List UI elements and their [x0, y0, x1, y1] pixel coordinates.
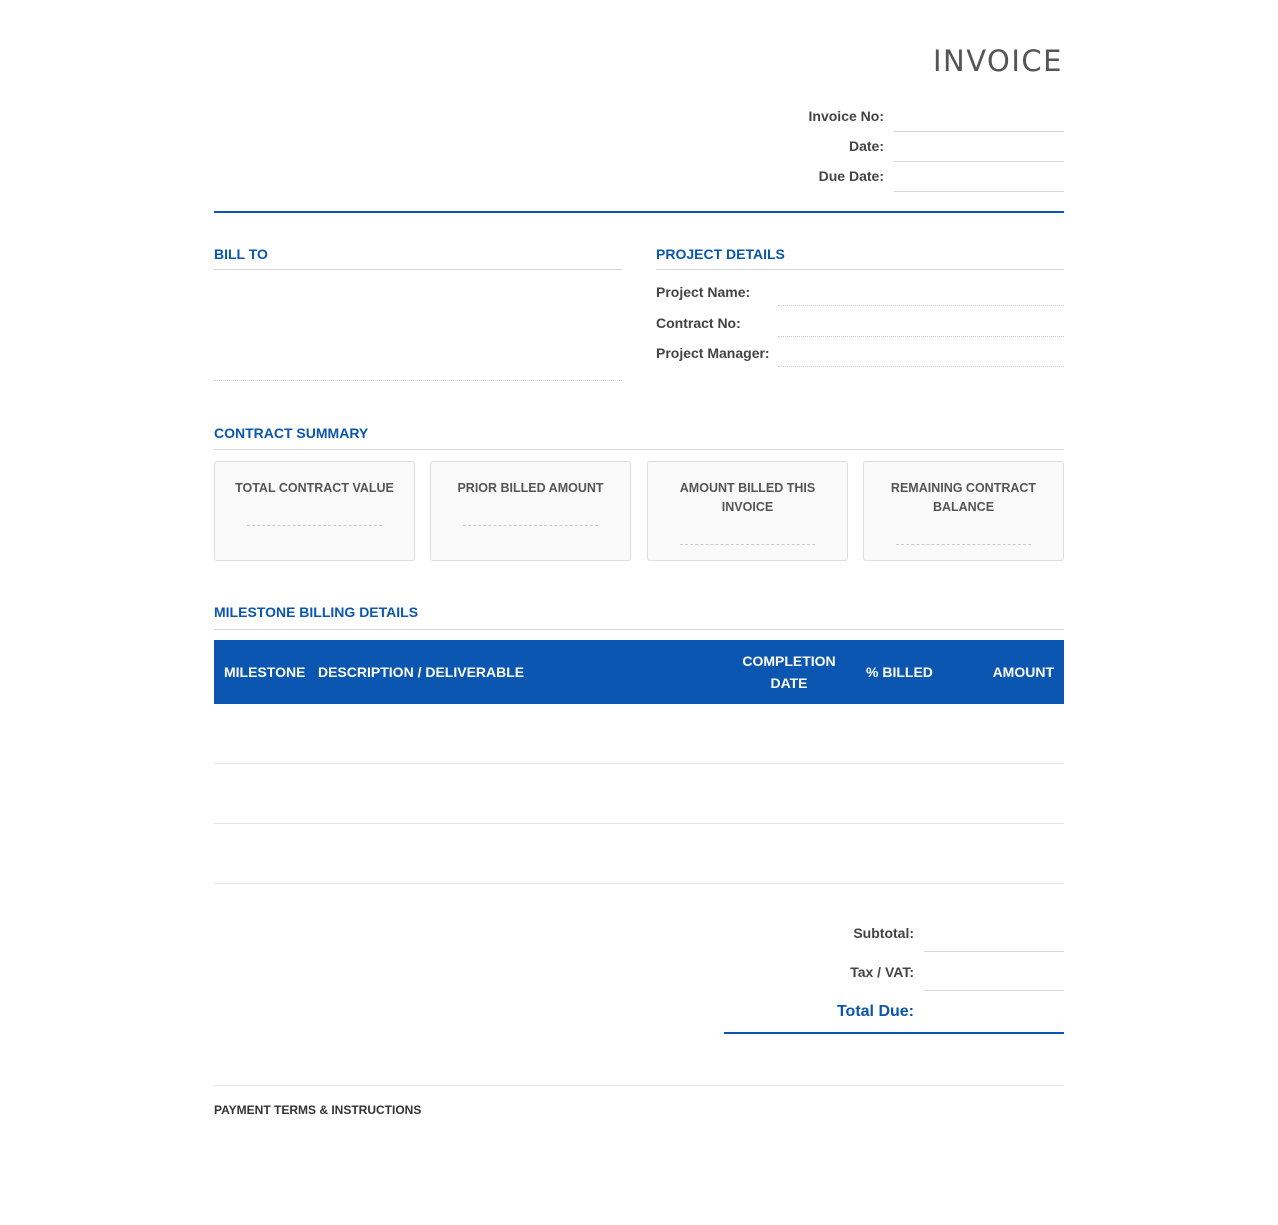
project-manager-row: Project Manager:	[656, 341, 1064, 371]
header-divider	[214, 211, 1064, 213]
col-amount: AMOUNT	[992, 664, 1054, 680]
invoice-page: INVOICE Invoice No: Date: Due Date: BILL…	[0, 0, 1278, 1225]
card-label: AMOUNT BILLED THIS INVOICE	[679, 481, 816, 514]
subtotal-field[interactable]	[924, 951, 1064, 952]
total-due-rule	[724, 1032, 1064, 1034]
bill-to-title: BILL TO	[214, 246, 268, 262]
contract-no-label: Contract No:	[656, 315, 741, 331]
footer-divider	[214, 1085, 1064, 1086]
col-completion-line1: COMPLETION	[742, 653, 836, 669]
tax-field[interactable]	[924, 990, 1064, 991]
subtotal-label: Subtotal:	[853, 925, 914, 941]
total-contract-value-card: TOTAL CONTRACT VALUE	[214, 461, 415, 561]
project-name-field[interactable]	[778, 305, 1064, 306]
milestone-billing-rule	[214, 629, 1064, 630]
contract-no-row: Contract No:	[656, 311, 1064, 341]
table-row[interactable]	[214, 763, 1064, 764]
table-row[interactable]	[214, 823, 1064, 824]
invoice-no-row: Invoice No:	[804, 102, 1064, 132]
col-completion-date: COMPLETION DATE	[734, 650, 844, 694]
milestone-table-header: MILESTONE DESCRIPTION / DELIVERABLE COMP…	[214, 640, 1064, 704]
amount-billed-this-invoice-card: AMOUNT BILLED THIS INVOICE	[647, 461, 848, 561]
card-label: TOTAL CONTRACT VALUE	[235, 481, 394, 495]
prior-billed-amount-field[interactable]	[463, 525, 598, 526]
due-date-label: Due Date:	[818, 168, 884, 184]
bill-to-field[interactable]	[214, 380, 622, 381]
remaining-contract-balance-card: REMAINING CONTRACT BALANCE	[863, 461, 1064, 561]
remaining-contract-balance-field[interactable]	[896, 544, 1031, 545]
contract-summary-title: CONTRACT SUMMARY	[214, 425, 369, 441]
amount-billed-this-invoice-field[interactable]	[680, 544, 815, 545]
date-row: Date:	[804, 132, 1064, 162]
bill-to-rule	[214, 269, 622, 270]
date-label: Date:	[848, 138, 884, 154]
col-description: DESCRIPTION / DELIVERABLE	[318, 664, 525, 680]
milestone-billing-title: MILESTONE BILLING DETAILS	[214, 604, 419, 620]
col-milestone: MILESTONE	[224, 664, 306, 680]
contract-summary-rule	[214, 449, 1064, 450]
payment-terms-title: PAYMENT TERMS & INSTRUCTIONS	[214, 1103, 422, 1117]
col-percent-billed: % BILLED	[866, 664, 933, 680]
project-details-rule	[656, 269, 1064, 270]
due-date-field[interactable]	[894, 191, 1064, 192]
total-due-label: Total Due:	[836, 1003, 914, 1020]
total-contract-value-field[interactable]	[247, 525, 382, 526]
project-manager-field[interactable]	[778, 366, 1064, 367]
due-date-row: Due Date:	[804, 162, 1064, 192]
col-completion-line2: DATE	[770, 675, 808, 691]
project-name-row: Project Name:	[656, 280, 1064, 310]
card-label: REMAINING CONTRACT BALANCE	[890, 481, 1037, 514]
invoice-no-label: Invoice No:	[808, 108, 884, 124]
invoice-title: INVOICE	[932, 44, 1063, 78]
tax-label: Tax / VAT:	[850, 964, 914, 980]
prior-billed-amount-card: PRIOR BILLED AMOUNT	[430, 461, 631, 561]
contract-no-field[interactable]	[778, 336, 1064, 337]
project-manager-label: Project Manager:	[656, 345, 770, 361]
table-row[interactable]	[214, 883, 1064, 884]
card-label: PRIOR BILLED AMOUNT	[457, 481, 604, 495]
project-name-label: Project Name:	[656, 284, 751, 300]
project-details-title: PROJECT DETAILS	[656, 246, 785, 262]
